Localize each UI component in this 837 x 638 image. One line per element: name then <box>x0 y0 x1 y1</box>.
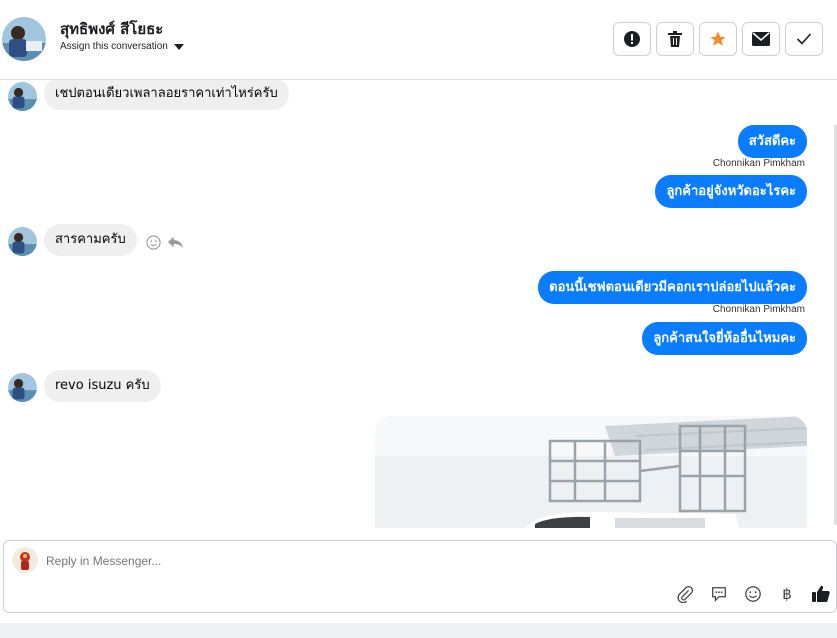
conversation-header: สุทธิพงศ์ สีโยธะ Assign this conversatio… <box>0 0 837 80</box>
outgoing-message[interactable]: ลูกค้าอยู่จังหวัดอะไรคะ <box>655 175 807 208</box>
reply-composer: ฿ <box>3 540 837 613</box>
trash-icon <box>668 31 682 47</box>
header-actions <box>613 22 823 56</box>
caret-down-icon <box>173 43 184 50</box>
outgoing-message[interactable]: ตอนนี้เชฟตอนเดียวมีคอกเราปล่อยไปแล้วคะ <box>538 271 807 304</box>
message-sender-name: Chonnikan Pimkham <box>712 158 805 169</box>
star-button[interactable] <box>699 22 737 56</box>
message-actions <box>146 235 184 250</box>
star-icon <box>710 31 726 46</box>
contact-name[interactable]: สุทธิพงศ์ สีโยธะ <box>60 17 163 41</box>
reply-icon[interactable] <box>167 235 184 250</box>
outgoing-message[interactable]: ลูกค้าสนใจยี่ห้ออื่นไหมคะ <box>642 322 807 355</box>
mark-unread-button[interactable] <box>742 22 780 56</box>
message-thread[interactable]: เชปตอนเดียวเพลาลอยราคาเท่าไหร่ครับ สวัสด… <box>0 80 837 528</box>
reply-input[interactable] <box>46 550 646 572</box>
attached-photo[interactable] <box>375 416 807 528</box>
assign-conversation-dropdown[interactable]: Assign this conversation <box>60 41 184 52</box>
mark-done-button[interactable] <box>785 22 823 56</box>
emoji-icon[interactable] <box>742 583 764 605</box>
delete-button[interactable] <box>656 22 694 56</box>
envelope-icon <box>752 32 770 46</box>
incoming-message[interactable]: สารคามครับ <box>44 224 137 256</box>
composer-toolbar: ฿ <box>674 583 832 605</box>
assign-label: Assign this conversation <box>60 41 168 52</box>
outgoing-message[interactable]: สวัสดีคะ <box>737 125 807 158</box>
react-emoji-icon[interactable] <box>146 235 161 250</box>
baht-icon[interactable]: ฿ <box>776 583 798 605</box>
checkmark-icon <box>796 33 812 45</box>
chat-bubble-icon[interactable] <box>708 583 730 605</box>
footer-strip <box>0 623 837 638</box>
sender-avatar <box>8 227 37 256</box>
message-sender-name: Chonnikan Pimkham <box>712 304 805 315</box>
page-avatar <box>12 547 38 573</box>
contact-avatar[interactable] <box>2 17 46 61</box>
mark-spam-button[interactable] <box>613 22 651 56</box>
sender-avatar <box>8 373 37 402</box>
exclamation-icon <box>624 31 640 47</box>
incoming-message[interactable]: revo isuzu ครับ <box>44 370 161 402</box>
thumbs-up-icon[interactable] <box>810 583 832 605</box>
incoming-message[interactable]: เชปตอนเดียวเพลาลอยราคาเท่าไหร่ครับ <box>44 80 289 110</box>
paperclip-icon[interactable] <box>674 583 696 605</box>
sender-avatar <box>8 82 37 111</box>
